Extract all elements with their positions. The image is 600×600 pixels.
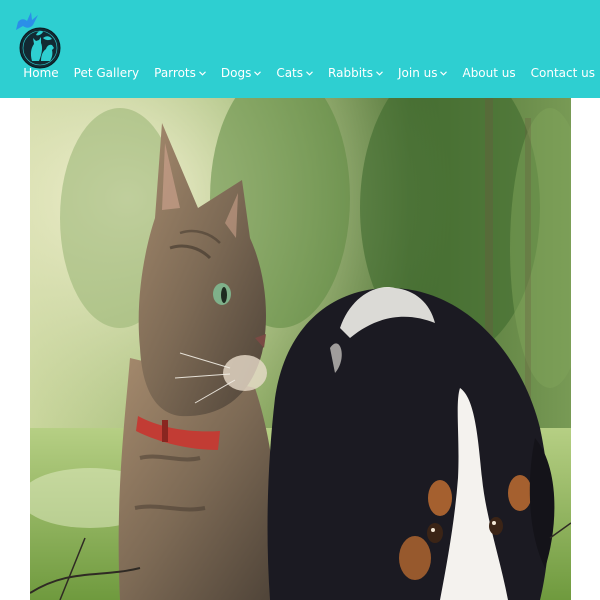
nav-rabbits[interactable]: Rabbits <box>328 66 383 80</box>
nav-parrots-label: Parrots <box>154 66 196 80</box>
nav-dogs[interactable]: Dogs <box>220 66 262 80</box>
nav-contact-us[interactable]: Contact us <box>531 66 595 80</box>
chevron-down-icon <box>440 71 448 76</box>
nav-cats-label: Cats <box>276 66 304 80</box>
nav-about-us[interactable]: About us <box>462 66 515 80</box>
nav-parrots[interactable]: Parrots <box>154 66 206 80</box>
chevron-down-icon <box>198 71 206 76</box>
site-header: Home Pet Gallery Parrots Dogs Cats Rabbi… <box>0 0 600 98</box>
nav-join-us[interactable]: Join us <box>398 66 448 80</box>
hero-image <box>30 98 571 600</box>
nav-pet-gallery[interactable]: Pet Gallery <box>74 66 139 80</box>
nav-rabbits-label: Rabbits <box>328 66 373 80</box>
main-nav: Home Pet Gallery Parrots Dogs Cats Rabbi… <box>8 66 595 80</box>
nav-cats[interactable]: Cats <box>276 66 313 80</box>
nav-about-us-label: About us <box>462 66 516 80</box>
nav-dogs-label: Dogs <box>220 66 252 80</box>
nav-contact-us-label: Contact us <box>530 66 595 80</box>
cat-and-puppy-photo <box>30 98 571 600</box>
chevron-down-icon <box>376 71 383 76</box>
chevron-down-icon <box>306 71 313 76</box>
nav-join-us-label: Join us <box>397 66 438 80</box>
nav-pet-gallery-label: Pet Gallery <box>73 66 140 80</box>
chevron-down-icon <box>254 71 262 76</box>
nav-home-label: Home <box>23 66 59 80</box>
nav-home[interactable]: Home <box>23 66 58 80</box>
